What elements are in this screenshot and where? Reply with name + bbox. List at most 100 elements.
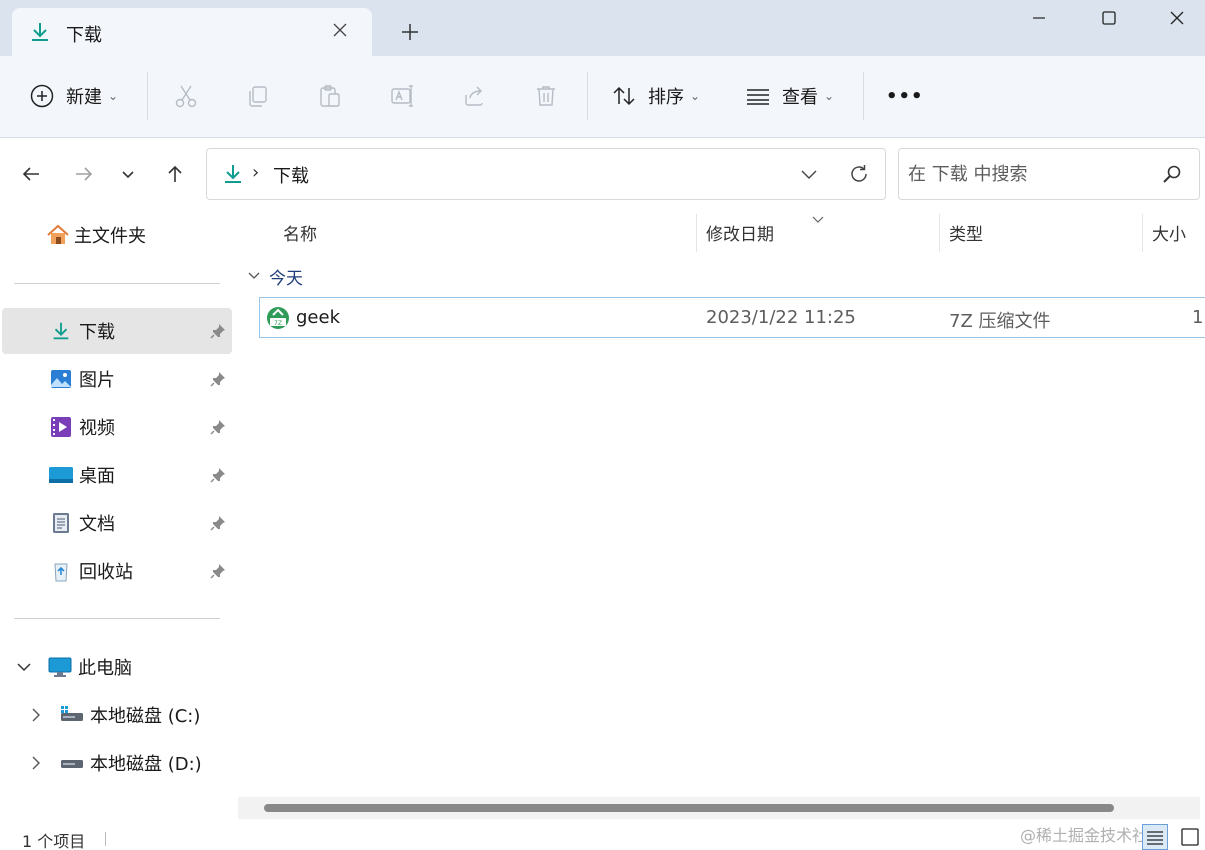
sidebar-item-pictures[interactable]: 图片: [2, 356, 232, 402]
7z-archive-icon: 7Z: [266, 306, 290, 334]
sidebar-item-drive-d[interactable]: 本地磁盘 (D:): [2, 740, 232, 786]
column-header-label: 名称: [283, 224, 317, 245]
chevron-down-icon: ⌄: [690, 89, 701, 103]
sidebar-item-videos[interactable]: 视频: [2, 404, 232, 450]
drive-d-icon: [60, 751, 84, 775]
maximize-button[interactable]: [1074, 0, 1144, 36]
computer-icon: [48, 655, 72, 679]
sidebar-item-recycle-bin[interactable]: 回收站: [2, 548, 232, 594]
pin-icon[interactable]: [208, 561, 228, 581]
toolbar-divider: [863, 72, 864, 120]
sort-icon: [610, 82, 638, 110]
search-box[interactable]: [898, 148, 1200, 200]
horizontal-scrollbar[interactable]: [238, 797, 1200, 819]
file-type: 7Z 压缩文件: [949, 311, 1051, 332]
title-bar: 下载: [0, 0, 1205, 56]
recycle-bin-icon: [49, 559, 73, 583]
chevron-down-icon: ⌄: [108, 89, 119, 103]
tiles-view-button[interactable]: [1177, 824, 1203, 850]
column-divider[interactable]: [939, 214, 940, 252]
column-header-size[interactable]: 大小: [1152, 210, 1186, 254]
sidebar-item-home[interactable]: 主文件夹: [46, 212, 226, 258]
search-input[interactable]: [908, 161, 1148, 187]
column-divider[interactable]: [1142, 214, 1143, 252]
delete-icon: [532, 82, 560, 110]
sort-button[interactable]: 排序 ⌄: [610, 78, 700, 114]
cut-button[interactable]: [172, 78, 200, 114]
refresh-icon[interactable]: [847, 162, 871, 186]
pin-icon[interactable]: [208, 321, 228, 341]
file-name: geek: [296, 307, 340, 328]
chevron-down-icon: ⌄: [824, 89, 835, 103]
toolbar-divider: [587, 72, 588, 120]
address-bar[interactable]: › 下载: [206, 148, 886, 200]
copy-icon: [244, 82, 272, 110]
sidebar-item-desktop[interactable]: 桌面: [2, 452, 232, 498]
up-button[interactable]: [161, 160, 189, 188]
download-icon: [221, 162, 245, 186]
details-view-button[interactable]: [1142, 824, 1168, 850]
pin-icon[interactable]: [208, 513, 228, 533]
home-icon: [46, 223, 70, 247]
back-button[interactable]: [17, 160, 45, 188]
sidebar-item-downloads[interactable]: 下载: [2, 308, 232, 354]
search-icon[interactable]: [1161, 163, 1183, 185]
pin-icon[interactable]: [208, 417, 228, 437]
chevron-right-icon[interactable]: [26, 705, 46, 725]
group-header-today[interactable]: 今天: [247, 262, 303, 290]
forward-button[interactable]: [70, 160, 98, 188]
file-size: 1,: [1192, 307, 1205, 328]
close-window-button[interactable]: [1142, 0, 1205, 36]
documents-icon: [49, 511, 73, 535]
column-header-type[interactable]: 类型: [949, 210, 983, 254]
column-header-label: 大小: [1152, 224, 1186, 245]
command-bar: 新建 ⌄ 排序 ⌄ 查看 ⌄ •••: [0, 56, 1205, 138]
pictures-icon: [49, 367, 73, 391]
new-label: 新建: [66, 87, 102, 108]
column-divider[interactable]: [696, 214, 697, 252]
copy-button[interactable]: [244, 78, 272, 114]
toolbar-divider: [147, 72, 148, 120]
sidebar-item-label: 图片: [79, 370, 115, 391]
paste-button[interactable]: [316, 78, 344, 114]
paste-icon: [316, 82, 344, 110]
more-options-button[interactable]: •••: [886, 78, 924, 114]
column-header-name[interactable]: 名称: [283, 210, 317, 254]
sidebar-item-drive-c[interactable]: 本地磁盘 (C:): [2, 692, 232, 738]
sidebar-item-label: 文档: [79, 514, 115, 535]
download-icon: [49, 319, 73, 343]
breadcrumb-downloads[interactable]: 下载: [273, 162, 309, 188]
navigation-pane: 主文件夹 下载 图片 视频 桌面 文档 回收站 此电脑 本地磁盘 (C:) 本地…: [0, 210, 236, 800]
sidebar-item-label: 此电脑: [78, 658, 132, 679]
chevron-down-icon[interactable]: [14, 657, 34, 677]
sidebar-item-label: 下载: [79, 322, 115, 343]
list-view-icon: [744, 82, 772, 110]
sidebar-item-label: 视频: [79, 418, 115, 439]
sidebar-item-documents[interactable]: 文档: [2, 500, 232, 546]
rename-button[interactable]: [388, 78, 416, 114]
pin-icon[interactable]: [208, 465, 228, 485]
tab-downloads[interactable]: 下载: [12, 8, 372, 56]
new-button[interactable]: 新建 ⌄: [28, 78, 118, 114]
drive-c-icon: [60, 703, 84, 727]
column-header-modified[interactable]: 修改日期: [706, 210, 774, 254]
pin-icon[interactable]: [208, 369, 228, 389]
status-bar: 1 个项目 @稀土掘金技术社区: [0, 822, 1205, 850]
close-tab-icon[interactable]: [328, 18, 352, 42]
item-count: 1 个项目: [22, 832, 86, 850]
view-button[interactable]: 查看 ⌄: [744, 78, 834, 114]
scrollbar-thumb[interactable]: [264, 804, 1114, 812]
sidebar-item-this-pc[interactable]: 此电脑: [2, 644, 232, 690]
table-row[interactable]: 7Z geek 2023/1/22 11:25 7Z 压缩文件 1,: [259, 297, 1205, 338]
recent-locations-button[interactable]: [114, 160, 142, 188]
cut-icon: [172, 82, 200, 110]
delete-button[interactable]: [532, 78, 560, 114]
chevron-right-icon[interactable]: [26, 753, 46, 773]
share-button[interactable]: [460, 78, 488, 114]
new-tab-button[interactable]: [396, 18, 424, 46]
minimize-button[interactable]: [1004, 0, 1074, 36]
sort-label: 排序: [648, 87, 684, 108]
chevron-down-icon[interactable]: [797, 162, 821, 186]
sidebar-item-label: 主文件夹: [74, 226, 146, 247]
videos-icon: [49, 415, 73, 439]
